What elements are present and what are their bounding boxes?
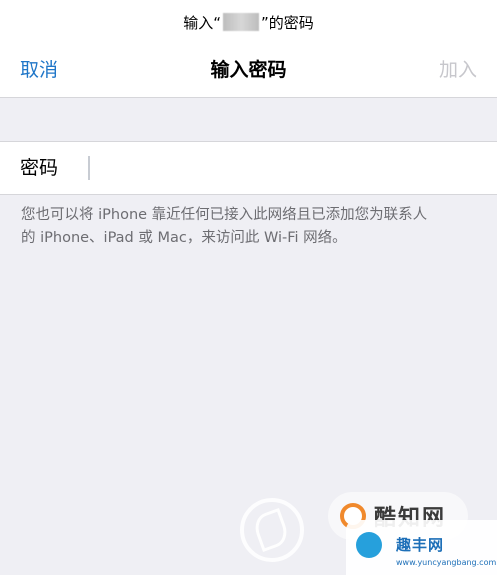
hint-line-1: 您也可以将 iPhone 靠近任何已接入此网络且已添加您为联系人 [21,207,428,223]
watermark-badge-url: www.yuncyangbang.com [396,558,497,567]
password-row: 密码 [0,141,497,195]
watermark-badge-icon [356,532,382,558]
password-label: 密码 [20,157,59,179]
hint-text: 您也可以将 iPhone 靠近任何已接入此网络且已添加您为联系人 的 iPhon… [21,204,481,250]
navigation-bar: 取消 输入密码 加入 [0,44,497,98]
hint-line-2: 的 iPhone、iPad 或 Mac，来访问此 Wi-Fi 网络。 [21,230,347,246]
watermark-badge-title: 趣丰网 [396,536,445,554]
text-caret [88,156,90,180]
password-input[interactable] [86,150,480,186]
page-title: 输入密码 [210,59,287,81]
prompt-prefix: 输入“ [183,13,221,32]
redacted-network-name [223,13,259,31]
password-prompt: 输入“ ”的密码 [0,0,497,44]
watermark-badge: 趣丰网 www.yuncyangbang.com [346,520,497,575]
join-button[interactable]: 加入 [439,44,477,97]
prompt-suffix: ”的密码 [261,13,314,32]
